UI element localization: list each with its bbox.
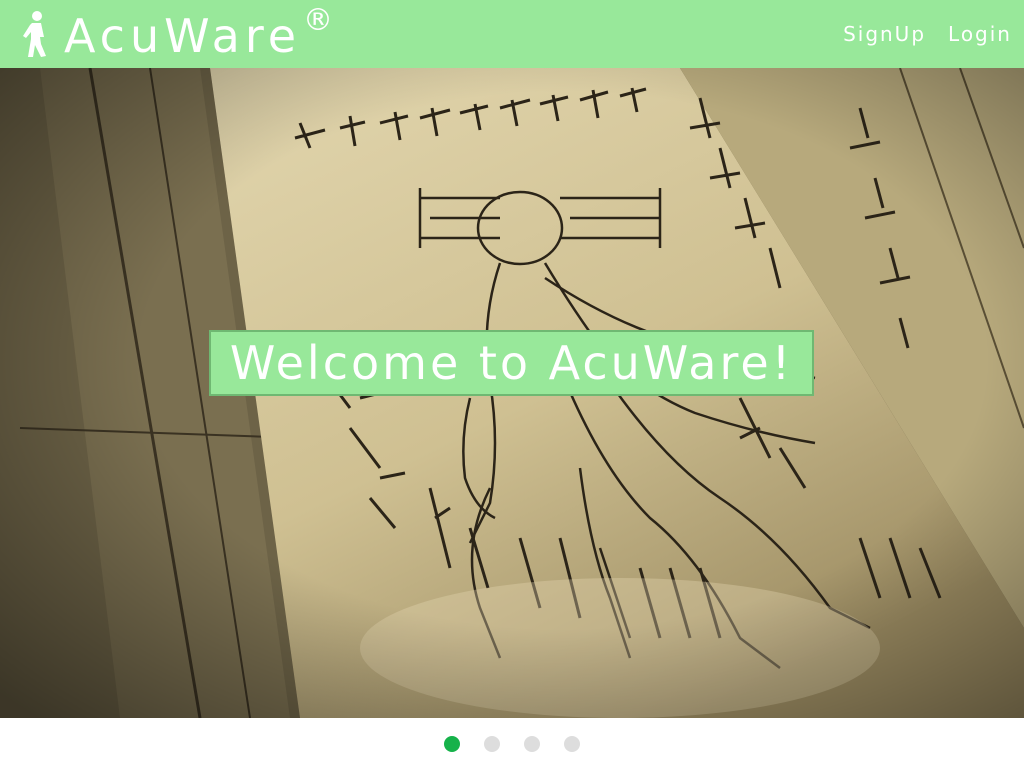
signup-link[interactable]: SignUp: [843, 22, 926, 46]
carousel-dot-2[interactable]: [484, 736, 500, 752]
brand-name: AcuWare: [64, 9, 302, 63]
registered-mark: ®: [303, 2, 334, 38]
carousel-dot-4[interactable]: [564, 736, 580, 752]
top-navbar: AcuWare ® SignUp Login: [0, 0, 1024, 68]
carousel-dot-3[interactable]: [524, 736, 540, 752]
welcome-banner: Welcome to AcuWare!: [209, 330, 814, 396]
carousel-dot-1[interactable]: [444, 736, 460, 752]
login-link[interactable]: Login: [948, 22, 1012, 46]
hero-carousel-slide: Welcome to AcuWare!: [0, 68, 1024, 718]
carousel-indicators: [0, 736, 1024, 754]
nav-links: SignUp Login: [843, 22, 1012, 46]
brand-logo-link[interactable]: AcuWare ®: [20, 2, 334, 64]
walking-person-icon: [23, 11, 46, 57]
welcome-text: Welcome to AcuWare!: [229, 336, 794, 390]
